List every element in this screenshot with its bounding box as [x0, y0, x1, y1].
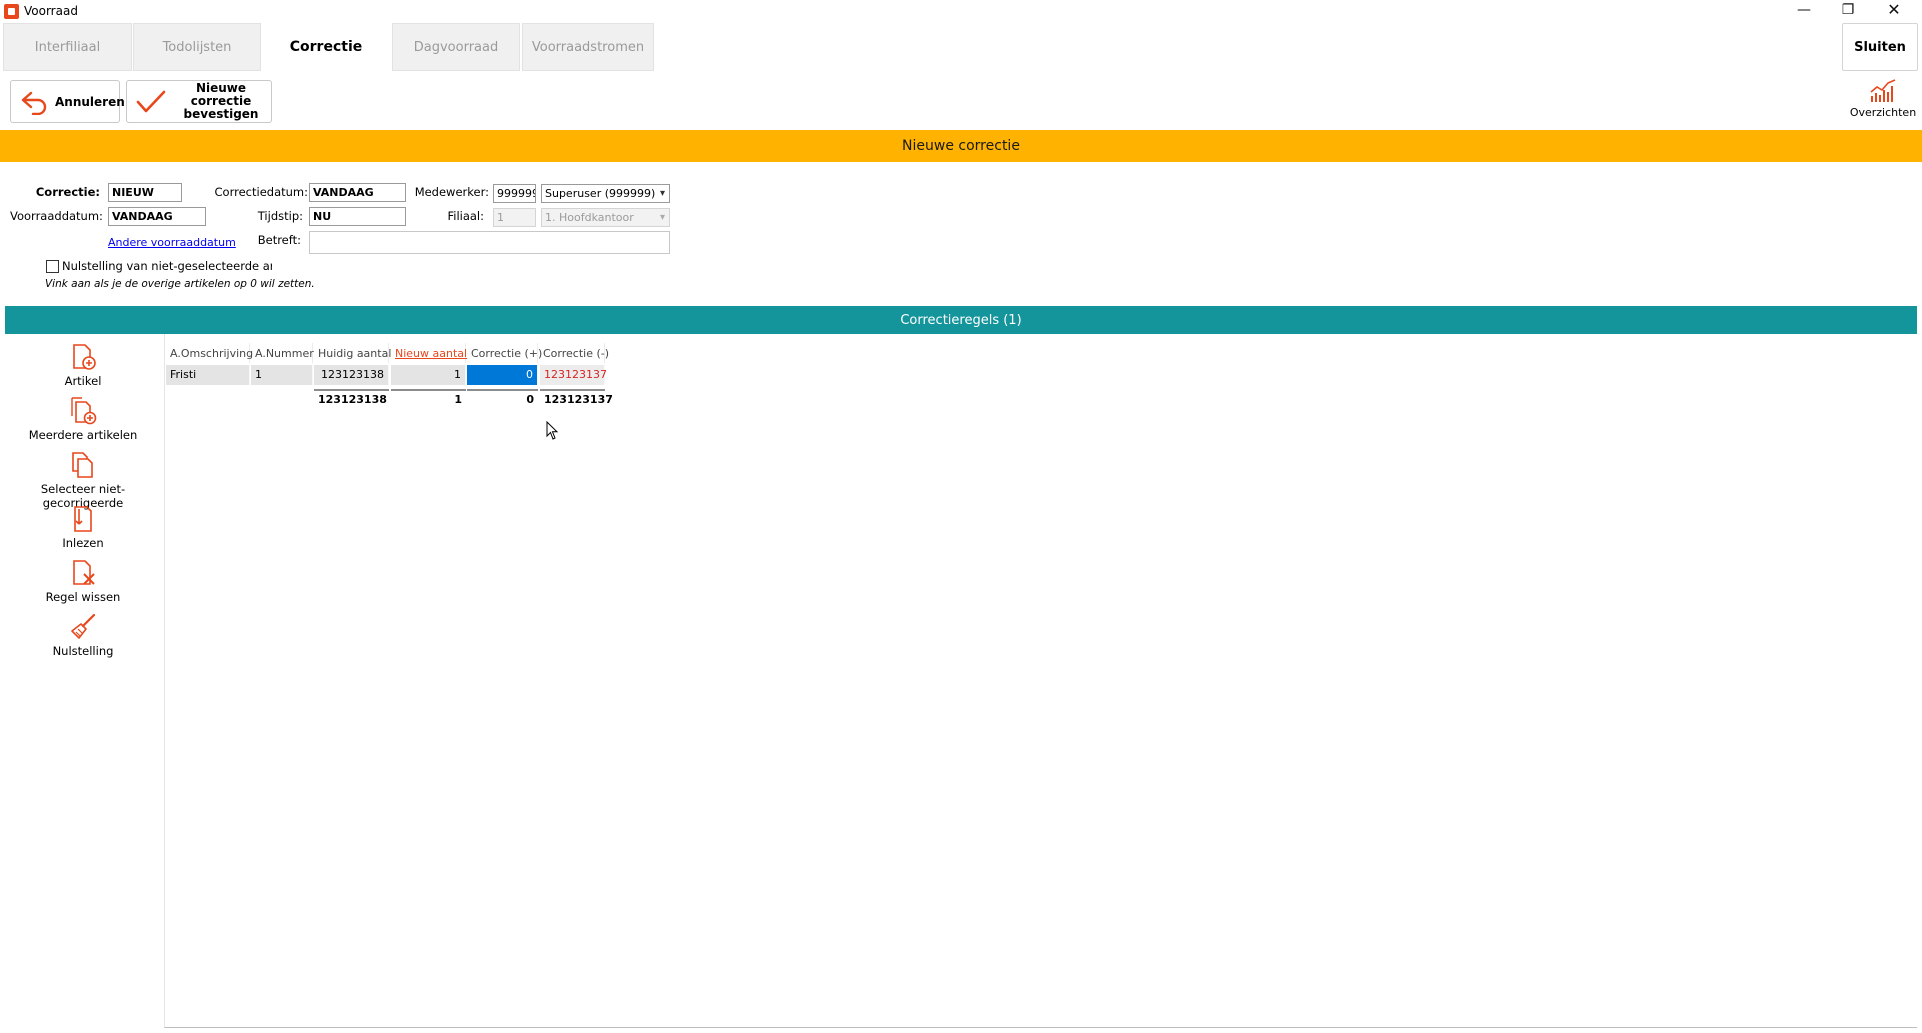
import-button[interactable]: Inlezen: [4, 504, 162, 550]
total-plus: 0: [467, 389, 538, 407]
time-field[interactable]: NU: [309, 207, 406, 226]
chevron-down-icon: ▾: [659, 188, 665, 199]
total-minus: 123123137: [540, 389, 613, 407]
column-header-description[interactable]: A.Omschrijving: [166, 343, 253, 363]
delete-row-label: Regel wissen: [45, 590, 121, 604]
document-add-icon: [73, 344, 96, 370]
add-article-button[interactable]: Artikel: [4, 342, 162, 388]
reset-checkbox-label[interactable]: Nulstelling van niet-geselecteerde artik…: [62, 259, 272, 273]
correction-date-field[interactable]: VANDAAG: [309, 183, 406, 202]
stock-date-label: Voorraaddatum:: [10, 209, 103, 223]
correction-label: Correctie:: [35, 185, 100, 199]
branch-code-field: 1: [493, 208, 536, 227]
bar-chart-icon: [1870, 79, 1896, 102]
employee-select[interactable]: Superuser (999999) ▾: [541, 184, 670, 203]
title-bar: [0, 0, 1922, 22]
reset-hint: Vink aan als je de overige artikelen op …: [45, 278, 315, 290]
documents-add-icon: [71, 397, 97, 425]
table-cell-description[interactable]: Fristi: [166, 365, 250, 385]
employee-select-value: Superuser (999999): [545, 187, 656, 200]
undo-arrow-icon: [21, 91, 47, 115]
overviews-button[interactable]: Overzichten: [1848, 78, 1918, 124]
column-header-minus[interactable]: Correctie (-): [539, 343, 609, 363]
rules-grid: [164, 334, 1917, 1028]
add-article-label: Artikel: [64, 374, 102, 388]
tab-interfiliaal[interactable]: Interfiliaal: [3, 23, 132, 71]
cancel-button-label: Annuleren: [55, 94, 125, 109]
reset-label: Nulstelling: [52, 644, 114, 658]
concerns-field[interactable]: [309, 231, 670, 254]
checkmark-icon: [136, 90, 166, 112]
reset-checkbox[interactable]: [46, 260, 59, 273]
delete-row-button[interactable]: Regel wissen: [4, 558, 162, 604]
stock-date-field[interactable]: VANDAAG: [108, 207, 206, 226]
employee-label: Medewerker:: [414, 185, 489, 199]
window-close-button[interactable]: ✕: [1872, 0, 1916, 22]
tab-dagvoorraad[interactable]: Dagvoorraad: [392, 23, 520, 71]
table-cell-plus[interactable]: 0: [467, 365, 538, 385]
documents-copy-icon: [72, 452, 93, 478]
correction-rules-header: Correctieregels (1): [5, 306, 1917, 334]
branch-label: Filiaal:: [447, 209, 484, 223]
page-banner: Nieuwe correctie: [0, 130, 1922, 162]
maximize-button[interactable]: ❐: [1826, 0, 1870, 22]
window-title: Voorraad: [24, 4, 78, 18]
table-cell-minus[interactable]: 123123137: [540, 365, 607, 385]
column-header-new[interactable]: Nieuw aantal: [391, 343, 467, 363]
close-button[interactable]: Sluiten: [1842, 23, 1918, 71]
add-multiple-articles-label: Meerdere artikelen: [28, 428, 138, 442]
chevron-down-icon: ▾: [659, 212, 665, 223]
confirm-button[interactable]: Nieuwe correctie bevestigen: [126, 80, 272, 123]
import-label: Inlezen: [62, 536, 104, 550]
correction-date-label: Correctiedatum:: [214, 185, 308, 199]
overviews-label: Overzichten: [1849, 106, 1917, 119]
other-stock-date-link[interactable]: Andere voorraaddatum: [108, 236, 236, 249]
column-header-current[interactable]: Huidig aantal: [314, 343, 391, 363]
column-header-number[interactable]: A.Nummer: [251, 343, 314, 363]
total-new: 1: [391, 389, 466, 407]
broom-icon: [71, 613, 96, 639]
branch-select: 1. Hoofdkantoor ▾: [541, 208, 670, 227]
minimize-button[interactable]: —: [1782, 0, 1826, 22]
tab-voorraadstromen[interactable]: Voorraadstromen: [522, 23, 654, 71]
confirm-button-label: Nieuwe correctie bevestigen: [183, 81, 259, 121]
employee-code-field[interactable]: 999999: [493, 184, 536, 203]
tab-correctie[interactable]: Correctie: [262, 23, 390, 71]
cancel-button[interactable]: Annuleren: [10, 80, 125, 123]
tab-todolijsten[interactable]: Todolijsten: [133, 23, 261, 71]
time-label: Tijdstip:: [257, 209, 303, 223]
branch-select-value: 1. Hoofdkantoor: [545, 211, 634, 224]
reset-button[interactable]: Nulstelling: [4, 612, 162, 658]
document-import-icon: [74, 506, 92, 532]
document-delete-icon: [73, 560, 95, 585]
table-cell-current[interactable]: 123123138: [314, 365, 389, 385]
select-uncorrected-button[interactable]: Selecteer niet-gecorrigeerde: [4, 450, 162, 510]
concerns-label: Betreft:: [257, 233, 301, 247]
column-header-plus[interactable]: Correctie (+): [467, 343, 542, 363]
total-current: 123123138: [314, 389, 389, 407]
mouse-cursor-icon: [546, 421, 559, 440]
table-cell-number[interactable]: 1: [251, 365, 313, 385]
add-multiple-articles-button[interactable]: Meerdere artikelen: [4, 396, 162, 442]
correction-field[interactable]: NIEUW: [108, 183, 182, 202]
app-icon: [4, 4, 19, 19]
table-cell-new[interactable]: 1: [391, 365, 466, 385]
